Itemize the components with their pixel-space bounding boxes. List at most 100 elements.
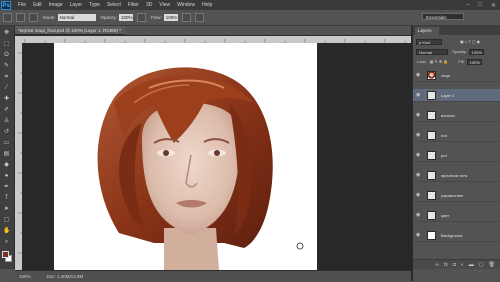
- layer-filter-select[interactable]: ρ Kind: [416, 38, 442, 45]
- layer-name[interactable]: волосы: [441, 109, 455, 122]
- layer-row[interactable]: ◉ упражнение: [413, 189, 500, 202]
- pen-tool-icon[interactable]: ✒: [3, 184, 10, 191]
- layer-opacity-input[interactable]: 100%: [468, 48, 484, 55]
- layer-thumbnail[interactable]: [427, 71, 436, 80]
- foreground-color-swatch[interactable]: [2, 251, 9, 258]
- pressure-opacity-icon[interactable]: [137, 13, 147, 22]
- eyedropper-tool-icon[interactable]: ⁄: [3, 85, 10, 92]
- layer-name[interactable]: лицо: [441, 69, 450, 82]
- document-canvas[interactable]: [54, 43, 317, 270]
- mask-icon[interactable]: ◘: [453, 262, 456, 268]
- horizontal-ruler[interactable]: [15, 36, 411, 43]
- type-tool-icon[interactable]: T: [3, 195, 10, 202]
- layer-thumbnail[interactable]: [427, 171, 436, 180]
- layer-name[interactable]: цвет: [441, 209, 449, 222]
- layer-row[interactable]: ◉ цвет: [413, 209, 500, 222]
- lasso-tool-icon[interactable]: ʘ: [3, 52, 10, 59]
- brush-tool-preset-icon[interactable]: [3, 13, 12, 22]
- doc-size-info[interactable]: Doc: 1,40M/14,9M: [47, 274, 84, 279]
- visibility-eye-icon[interactable]: ◉: [416, 233, 422, 238]
- layer-name[interactable]: нос: [441, 129, 447, 142]
- pressure-size-icon[interactable]: [194, 13, 204, 22]
- menu-edit[interactable]: Edit: [33, 2, 42, 8]
- visibility-eye-icon[interactable]: ◉: [416, 93, 422, 98]
- menu-3d[interactable]: 3D: [146, 2, 152, 8]
- visibility-eye-icon[interactable]: ◉: [416, 213, 422, 218]
- layer-row[interactable]: ◉ лицо: [413, 69, 500, 82]
- layer-thumbnail[interactable]: [427, 91, 436, 100]
- layer-thumbnail[interactable]: [427, 151, 436, 160]
- menu-file[interactable]: File: [18, 2, 26, 8]
- menu-filter[interactable]: Filter: [128, 2, 139, 8]
- menu-type[interactable]: Type: [89, 2, 100, 8]
- layer-name[interactable]: Background: [441, 229, 462, 242]
- flow-input[interactable]: 100%: [163, 14, 178, 21]
- new-layer-icon[interactable]: ▢: [479, 262, 484, 268]
- lock-icons[interactable]: ▦ ✎ ✥ 🔒: [430, 59, 449, 64]
- stamp-tool-icon[interactable]: ♙: [3, 118, 10, 125]
- trash-icon[interactable]: 🗑: [489, 262, 495, 268]
- mode-select[interactable]: Normal: [57, 14, 96, 21]
- layer-thumbnail[interactable]: [427, 131, 436, 140]
- menu-view[interactable]: View: [159, 2, 170, 8]
- brush-tool-icon[interactable]: ✐: [3, 107, 10, 114]
- menu-help[interactable]: Help: [202, 2, 212, 8]
- layer-row[interactable]: ◉ Background: [413, 229, 500, 242]
- hand-tool-icon[interactable]: ✋: [3, 228, 10, 235]
- quick-select-tool-icon[interactable]: ✎: [3, 63, 10, 70]
- menu-select[interactable]: Select: [107, 2, 121, 8]
- path-select-tool-icon[interactable]: ➤: [3, 206, 10, 213]
- close-button[interactable]: ✕: [491, 2, 496, 9]
- layer-row[interactable]: ◉ рот: [413, 149, 500, 162]
- layer-row[interactable]: ◉ волосы: [413, 109, 500, 122]
- fx-icon[interactable]: fx: [444, 262, 448, 268]
- layer-name[interactable]: рот: [441, 149, 447, 162]
- opacity-input[interactable]: 100%: [119, 14, 134, 21]
- adjustment-icon[interactable]: ◐: [461, 262, 464, 268]
- document-tab[interactable]: Чертеж лица_final.psd @ 100% (Layer 1, R…: [15, 26, 125, 35]
- layer-thumbnail[interactable]: [427, 111, 436, 120]
- layer-row[interactable]: ◉ прическа челк: [413, 169, 500, 182]
- move-tool-icon[interactable]: ✥: [3, 30, 10, 37]
- layer-name[interactable]: прическа челк: [441, 169, 467, 182]
- eraser-tool-icon[interactable]: ▭: [3, 140, 10, 147]
- gradient-tool-icon[interactable]: ▤: [3, 151, 10, 158]
- minimize-button[interactable]: –: [466, 2, 469, 8]
- crop-tool-icon[interactable]: ⌗: [3, 74, 10, 81]
- link-icon[interactable]: ∞: [435, 262, 439, 268]
- menu-window[interactable]: Window: [177, 2, 195, 8]
- layer-row[interactable]: ◉ Layer 1: [413, 89, 500, 102]
- layer-name[interactable]: Layer 1: [441, 89, 454, 102]
- visibility-eye-icon[interactable]: ◉: [416, 193, 422, 198]
- folder-icon[interactable]: ▬: [469, 262, 474, 268]
- fill-input[interactable]: 100%: [466, 58, 482, 65]
- blend-mode-select[interactable]: Normal: [416, 48, 448, 55]
- layer-name[interactable]: упражнение: [441, 189, 463, 202]
- dodge-tool-icon[interactable]: ●: [3, 173, 10, 180]
- layer-thumbnail[interactable]: [427, 231, 436, 240]
- zoom-level[interactable]: 100%: [19, 274, 31, 279]
- menu-image[interactable]: Image: [49, 2, 63, 8]
- visibility-eye-icon[interactable]: ◉: [416, 73, 422, 78]
- visibility-eye-icon[interactable]: ◉: [416, 153, 422, 158]
- vertical-ruler[interactable]: [15, 43, 22, 270]
- tab-layers[interactable]: Layers: [415, 27, 439, 35]
- filter-icons[interactable]: ▣ ◐ T ▢ ◆: [460, 39, 480, 44]
- layer-thumbnail[interactable]: [427, 191, 436, 200]
- visibility-eye-icon[interactable]: ◉: [416, 133, 422, 138]
- blur-tool-icon[interactable]: ◆: [3, 162, 10, 169]
- airbrush-icon[interactable]: [181, 13, 191, 22]
- healing-tool-icon[interactable]: ✚: [3, 96, 10, 103]
- marquee-tool-icon[interactable]: ⬚: [3, 41, 10, 48]
- brush-panel-toggle-icon[interactable]: [29, 13, 38, 22]
- workspace-switcher[interactable]: Essentials: [422, 13, 464, 20]
- zoom-tool-icon[interactable]: ⌕: [3, 239, 10, 246]
- visibility-eye-icon[interactable]: ◉: [416, 173, 422, 178]
- canvas-area[interactable]: [22, 43, 411, 270]
- visibility-eye-icon[interactable]: ◉: [416, 113, 422, 118]
- menu-layer[interactable]: Layer: [70, 2, 83, 8]
- brush-picker-icon[interactable]: [16, 13, 25, 22]
- layer-thumbnail[interactable]: [427, 211, 436, 220]
- history-brush-tool-icon[interactable]: ↺: [3, 129, 10, 136]
- maximize-button[interactable]: □: [478, 2, 482, 8]
